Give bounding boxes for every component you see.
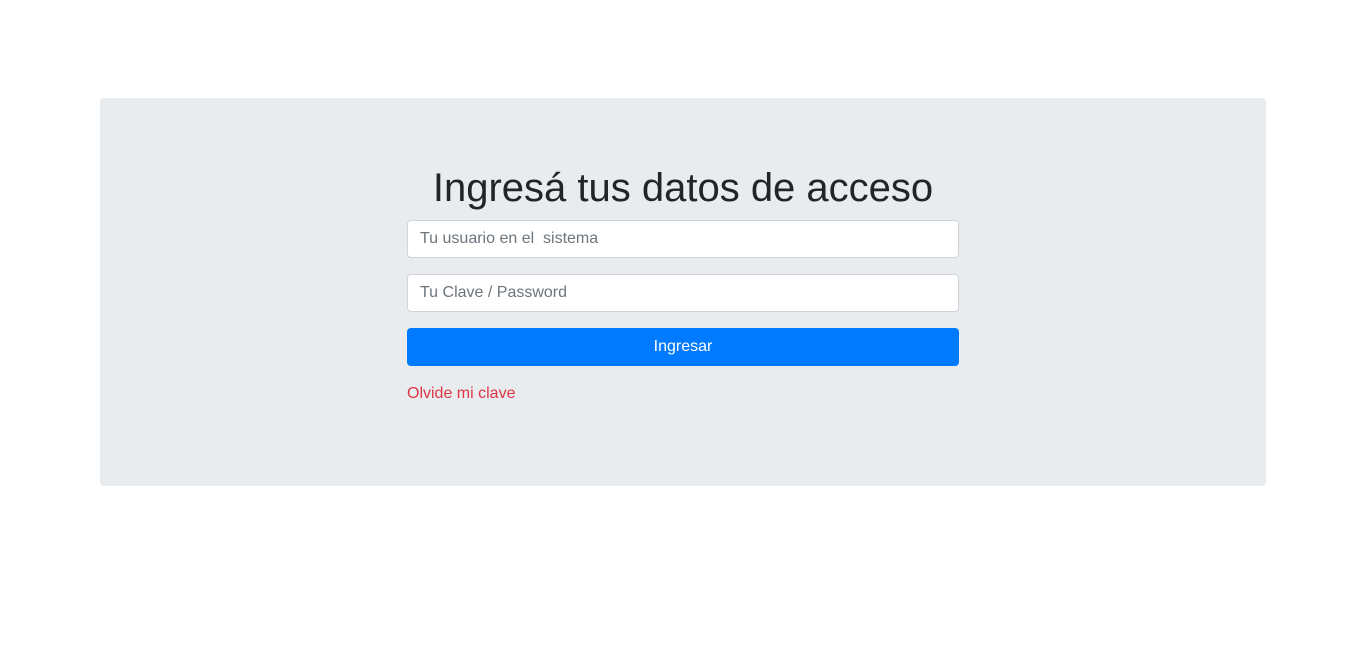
login-form: Ingresá tus datos de acceso Ingresar Olv… bbox=[407, 164, 959, 403]
login-panel: Ingresá tus datos de acceso Ingresar Olv… bbox=[100, 98, 1266, 486]
login-button[interactable]: Ingresar bbox=[407, 328, 959, 366]
username-input[interactable] bbox=[407, 220, 959, 258]
forgot-password-link[interactable]: Olvide mi clave bbox=[407, 385, 515, 403]
password-input[interactable] bbox=[407, 274, 959, 312]
page-title: Ingresá tus datos de acceso bbox=[432, 166, 934, 210]
